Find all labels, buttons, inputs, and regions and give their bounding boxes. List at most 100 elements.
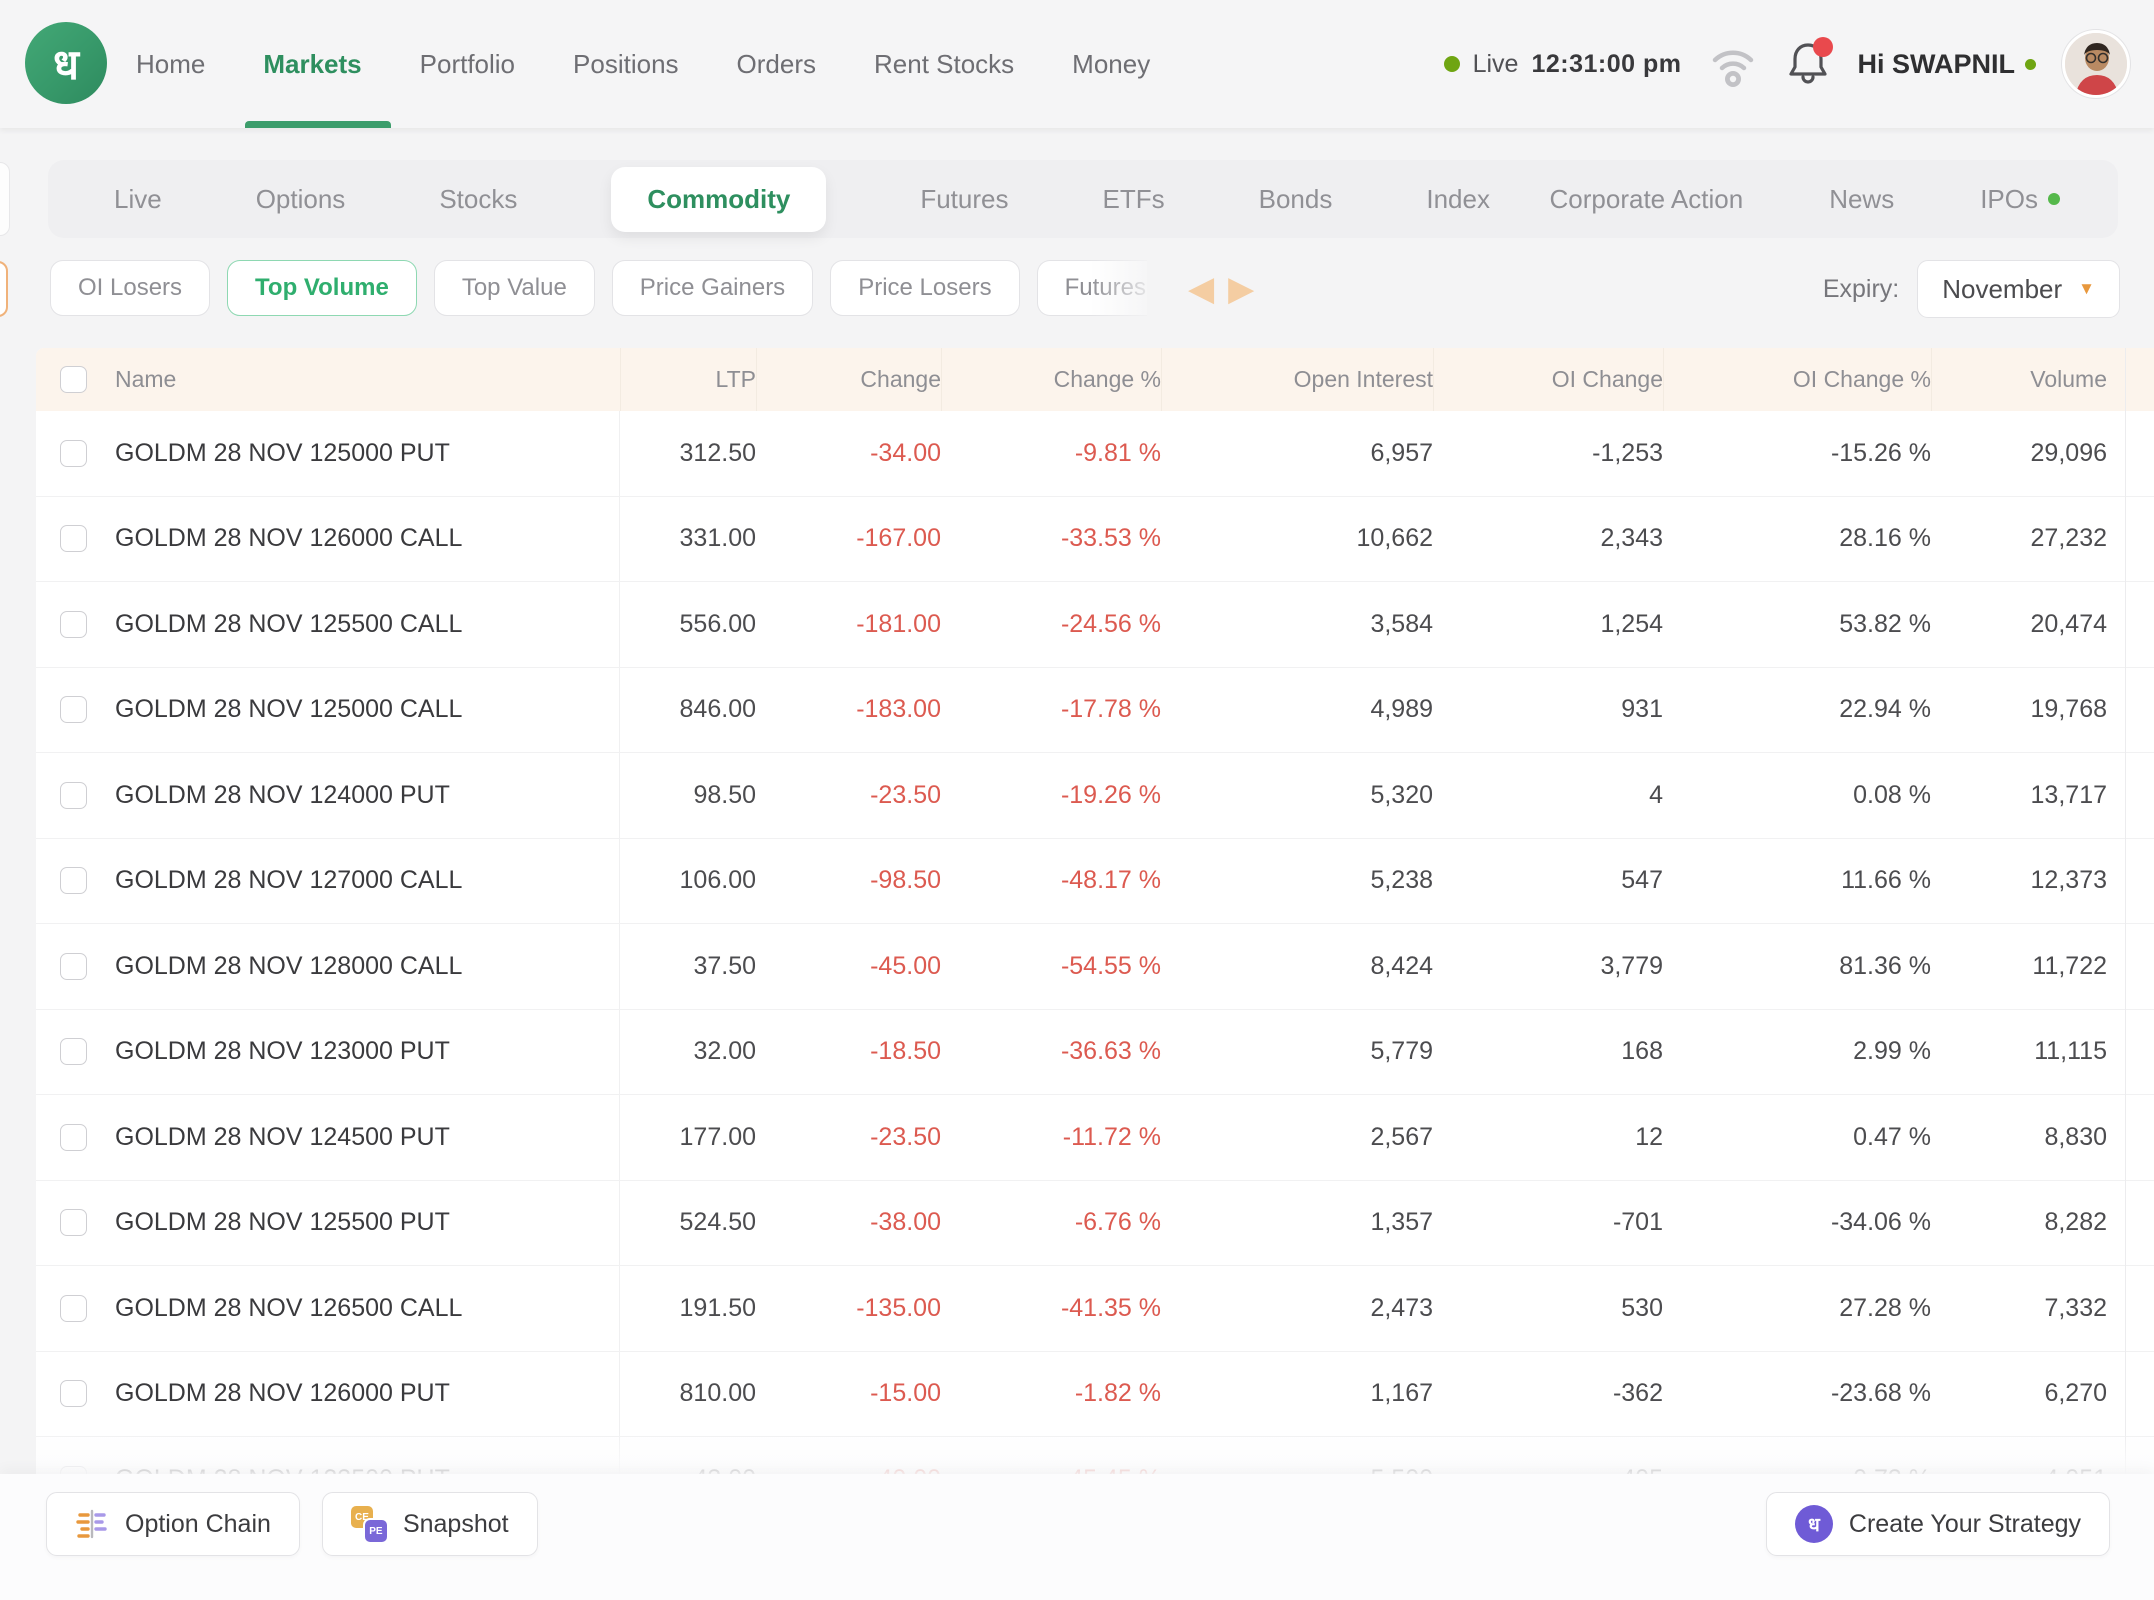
cell-instrument-name: GOLDM 28 NOV 125000 PUT: [115, 439, 450, 468]
chevron-right-icon[interactable]: ▶: [1228, 272, 1254, 306]
header-cell-oi-change[interactable]: OI Change: [1433, 348, 1663, 411]
table-row[interactable]: GOLDM 28 NOV 127000 CALL 106.00 -98.50 -…: [36, 839, 2154, 925]
market-tab-group: Live Options Stocks Commodity Futures ET…: [48, 160, 1556, 238]
nav-item-orders[interactable]: Orders: [737, 49, 816, 80]
table-row[interactable]: GOLDM 28 NOV 128000 CALL 37.50 -45.00 -5…: [36, 924, 2154, 1010]
cell-oi-change-pct: 2.99 %: [1663, 1010, 1931, 1095]
table-row[interactable]: GOLDM 28 NOV 125000 PUT 312.50 -34.00 -9…: [36, 411, 2154, 497]
row-checkbox[interactable]: [60, 440, 87, 467]
row-checkbox[interactable]: [60, 611, 87, 638]
table-row[interactable]: GOLDM 28 NOV 125000 CALL 846.00 -183.00 …: [36, 668, 2154, 754]
nav-item-money[interactable]: Money: [1072, 49, 1150, 80]
cell-open-interest: 5,238: [1161, 839, 1433, 924]
snapshot-icon: CE PE: [351, 1506, 387, 1542]
cell-oi-change: -1,253: [1433, 411, 1663, 496]
header-cell-ltp[interactable]: LTP: [620, 348, 756, 411]
nav-item-home[interactable]: Home: [136, 49, 205, 80]
header-cell-change-pct[interactable]: Change %: [941, 348, 1161, 411]
cell-oi-change: 168: [1433, 1010, 1663, 1095]
cell-name-group: GOLDM 28 NOV 124000 PUT: [36, 753, 620, 838]
row-checkbox[interactable]: [60, 867, 87, 894]
cell-volume: 20,474: [1931, 582, 2107, 667]
header-cell-volume[interactable]: Volume: [1931, 348, 2107, 411]
cell-name-group: GOLDM 28 NOV 126500 CALL: [36, 1266, 620, 1351]
nav-item-rent-stocks[interactable]: Rent Stocks: [874, 49, 1014, 80]
chip-price-gainers[interactable]: Price Gainers: [612, 260, 813, 316]
user-greeting[interactable]: Hi SWAPNIL: [1857, 49, 2036, 80]
greeting-text: Hi SWAPNIL: [1857, 49, 2015, 80]
cell-volume: 27,232: [1931, 497, 2107, 582]
cell-change-pct: -41.35 %: [941, 1266, 1161, 1351]
expiry-control: Expiry: November ▼: [1823, 260, 2120, 318]
table-row[interactable]: GOLDM 28 NOV 126000 CALL 331.00 -167.00 …: [36, 497, 2154, 583]
chip-top-value[interactable]: Top Value: [434, 260, 595, 316]
row-checkbox[interactable]: [60, 1209, 87, 1236]
table-row[interactable]: GOLDM 28 NOV 123000 PUT 32.00 -18.50 -36…: [36, 1010, 2154, 1096]
top-navigation-bar: ध Home Markets Portfolio Positions Order…: [0, 0, 2154, 128]
tab-index[interactable]: Index: [1426, 184, 1490, 215]
avatar[interactable]: [2062, 30, 2130, 98]
strategy-icon-glyph: ध: [1808, 1511, 1820, 1537]
row-checkbox[interactable]: [60, 1380, 87, 1407]
row-checkbox[interactable]: [60, 953, 87, 980]
option-chain-button[interactable]: Option Chain: [46, 1492, 300, 1556]
table-row[interactable]: GOLDM 28 NOV 123500 PUT 43.00 -40.00 -45…: [36, 1437, 2154, 1474]
snapshot-button[interactable]: CE PE Snapshot: [322, 1492, 538, 1556]
expiry-caret-icon: ▼: [2078, 279, 2095, 299]
row-checkbox[interactable]: [60, 696, 87, 723]
header-cell-open-interest[interactable]: Open Interest: [1161, 348, 1433, 411]
notifications-bell-icon[interactable]: [1785, 39, 1831, 89]
table-row[interactable]: GOLDM 28 NOV 126000 PUT 810.00 -15.00 -1…: [36, 1352, 2154, 1438]
chip-top-volume[interactable]: Top Volume: [227, 260, 417, 316]
dhan-logo-icon[interactable]: ध: [25, 22, 107, 104]
tab-live[interactable]: Live: [114, 184, 162, 215]
tab-etfs[interactable]: ETFs: [1103, 184, 1165, 215]
cell-name-group: GOLDM 28 NOV 125000 PUT: [36, 411, 620, 496]
tab-futures[interactable]: Futures: [920, 184, 1008, 215]
row-checkbox[interactable]: [60, 1466, 87, 1474]
cell-change: -15.00: [756, 1352, 941, 1437]
cell-volume: 4,051: [1931, 1437, 2107, 1474]
tab-stocks[interactable]: Stocks: [439, 184, 517, 215]
tab-commodity[interactable]: Commodity: [611, 167, 826, 232]
table-row[interactable]: GOLDM 28 NOV 125500 CALL 556.00 -181.00 …: [36, 582, 2154, 668]
tab-bonds[interactable]: Bonds: [1259, 184, 1333, 215]
table-row[interactable]: GOLDM 28 NOV 125500 PUT 524.50 -38.00 -6…: [36, 1181, 2154, 1267]
snapshot-label: Snapshot: [403, 1510, 509, 1539]
expiry-dropdown[interactable]: November ▼: [1917, 260, 2120, 318]
header-cell-change[interactable]: Change: [756, 348, 941, 411]
cell-volume: 7,332: [1931, 1266, 2107, 1351]
tab-corporate-action[interactable]: Corporate Action: [1550, 184, 1744, 215]
cell-change-pct: -19.26 %: [941, 753, 1161, 838]
tab-options[interactable]: Options: [256, 184, 346, 215]
nav-item-portfolio[interactable]: Portfolio: [420, 49, 515, 80]
cell-instrument-name: GOLDM 28 NOV 125000 CALL: [115, 695, 462, 724]
chevron-left-icon[interactable]: ◀: [1188, 272, 1214, 306]
tab-news[interactable]: News: [1829, 184, 1894, 215]
chip-oi-losers[interactable]: OI Losers: [50, 260, 210, 316]
filter-chips-row: OI Losers Top Volume Top Value Price Gai…: [0, 260, 2154, 318]
row-checkbox[interactable]: [60, 525, 87, 552]
cell-open-interest: 3,584: [1161, 582, 1433, 667]
chip-price-losers[interactable]: Price Losers: [830, 260, 1019, 316]
live-label: Live: [1473, 50, 1519, 79]
cell-oi-change-pct: 22.94 %: [1663, 668, 1931, 753]
header-cell-oi-change-pct[interactable]: OI Change %: [1663, 348, 1931, 411]
row-checkbox[interactable]: [60, 1295, 87, 1322]
create-strategy-button[interactable]: ध Create Your Strategy: [1766, 1492, 2110, 1556]
select-all-checkbox[interactable]: [60, 366, 87, 393]
nav-item-markets[interactable]: Markets: [263, 49, 361, 80]
cell-name-group: GOLDM 28 NOV 127000 CALL: [36, 839, 620, 924]
table-row[interactable]: GOLDM 28 NOV 126500 CALL 191.50 -135.00 …: [36, 1266, 2154, 1352]
row-checkbox[interactable]: [60, 1038, 87, 1065]
cell-open-interest: 6,957: [1161, 411, 1433, 496]
nav-item-positions[interactable]: Positions: [573, 49, 679, 80]
table-row[interactable]: GOLDM 28 NOV 124500 PUT 177.00 -23.50 -1…: [36, 1095, 2154, 1181]
row-checkbox[interactable]: [60, 782, 87, 809]
tab-ipos[interactable]: IPOs: [1980, 184, 2060, 215]
table-row[interactable]: GOLDM 28 NOV 124000 PUT 98.50 -23.50 -19…: [36, 753, 2154, 839]
row-checkbox[interactable]: [60, 1124, 87, 1151]
cell-change-pct: -9.81 %: [941, 411, 1161, 496]
cell-volume: 11,722: [1931, 924, 2107, 1009]
cell-ltp: 524.50: [620, 1181, 756, 1266]
